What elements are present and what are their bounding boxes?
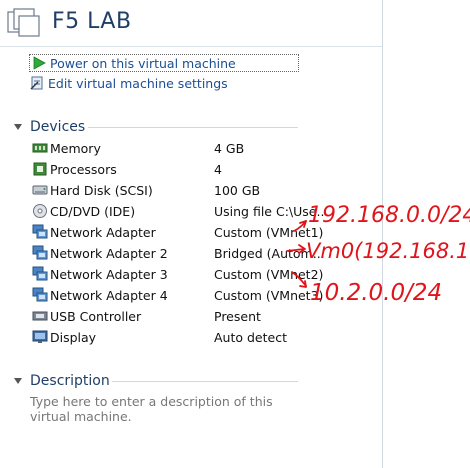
annotation-subnet-2: Vm0(192.168.1.0/24)	[306, 239, 470, 263]
annotation-arrow	[291, 271, 307, 287]
annotation-subnet-1: 192.168.0.0/24	[308, 203, 470, 228]
handwritten-annotations: 192.168.0.0/24 Vm0(192.168.1.0/24) 10.2.…	[286, 203, 470, 306]
annotation-subnet-3: 10.2.0.0/24	[310, 280, 442, 306]
